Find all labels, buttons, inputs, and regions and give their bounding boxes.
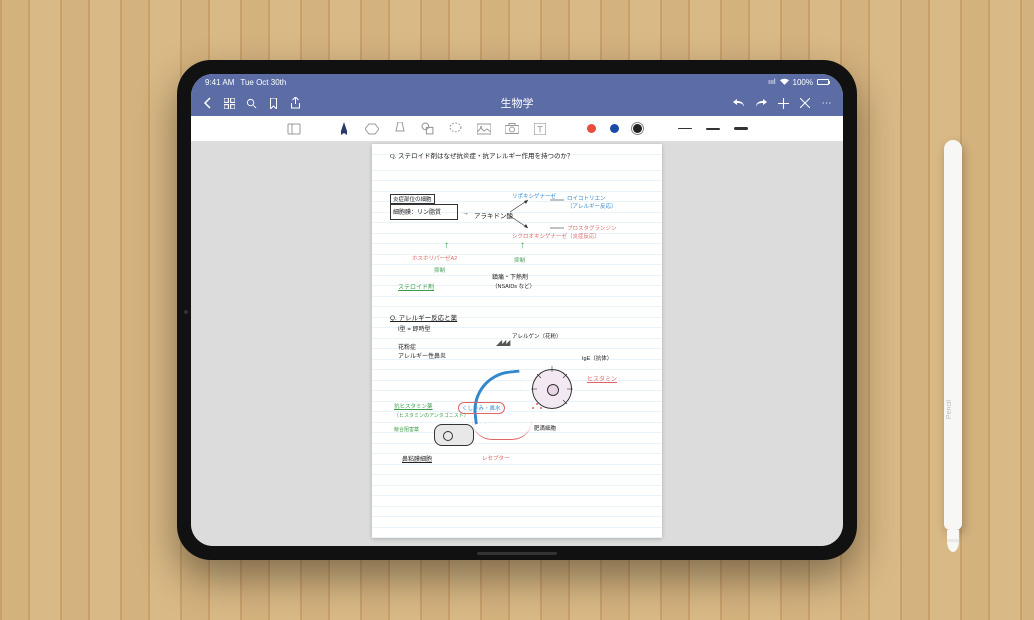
pen-tool-icon[interactable] [337,122,351,136]
status-bar: 9:41 AM Tue Oct 30th ıııl 100% [191,74,843,90]
nav-bar: 生物学 ⋯ [191,90,843,116]
battery-pct: 100% [793,78,813,87]
antihistamine-label: 抗ヒスタミン薬 [394,402,433,410]
wifi-icon [780,78,789,87]
leukotriene-label: ロイコトリエン [567,194,606,202]
close-icon[interactable] [799,97,811,109]
nsaids-label-1: 鎮痛・下熱剤 [492,272,528,281]
search-icon[interactable] [245,97,257,109]
competitive-inhibitor-label: 競合阻害薬 [394,426,419,433]
inhibit-label-1: 抑制 [434,266,445,274]
nsaids-label-2: （NSAIDs など） [492,282,535,290]
redo-icon[interactable] [755,97,767,109]
more-icon[interactable]: ⋯ [821,97,833,109]
shape-tool-icon[interactable] [421,122,435,136]
question-1: Q. ステロイド剤はなぜ抗炎症・抗アレルギー作用を持つのか？ [390,152,652,162]
mast-cell-label: 肥満細胞 [534,424,556,432]
inhibit-label-2: 抑制 [514,256,525,264]
cell-spikes [527,364,577,414]
color-red[interactable] [587,124,596,133]
undo-icon[interactable] [733,97,745,109]
receptor-label: レセプター [482,454,510,462]
battery-icon [817,79,829,85]
back-icon[interactable] [201,97,213,109]
histamine-label: ヒスタミン [587,374,617,383]
status-date: Tue Oct 30th [240,78,286,87]
pollen-icon: ◢◢◢ [496,338,508,347]
image-tool-icon[interactable] [477,122,491,136]
signal-icon: ıııl [768,79,775,86]
content-area[interactable]: Q. ステロイド剤はなぜ抗炎症・抗アレルギー作用を持つのか？ 炎症部位の細胞 細… [191,142,843,546]
lipooxygenase-label: リポキシゲナーゼ [512,192,556,200]
highlighter-tool-icon[interactable] [393,122,407,136]
blue-arrow [470,370,525,425]
type1-label: I型 = 即時型 [398,324,431,333]
page-title: 生物学 [309,95,725,111]
text-tool-icon[interactable]: T [533,122,547,136]
stroke-thin[interactable] [678,128,692,129]
eraser-tool-icon[interactable] [365,122,379,136]
up-arrow-icon: ↑ [520,240,525,251]
ipad-device: 9:41 AM Tue Oct 30th ıııl 100% 生物学 [177,60,857,560]
note-page[interactable]: Q. ステロイド剤はなぜ抗炎症・抗アレルギー作用を持つのか？ 炎症部位の細胞 細… [372,144,662,538]
allergy-note: （アレルギー反応） [567,202,617,210]
stroke-thick[interactable] [734,127,748,131]
question-2: Q. アレルギー反応と薬 [390,312,457,322]
arachidon-label: アラキドン酸 [474,210,513,220]
camera-tool-icon[interactable] [505,122,519,136]
grid-icon[interactable] [223,97,235,109]
antagonist-label: （ヒスタミンのアンタゴニスト） [394,412,469,419]
membrane-box: 細胞膜：リン脂質 [390,204,458,220]
inflammation-note: （炎症反応） [567,232,600,240]
ige-label: IgE（抗体） [582,354,612,362]
svg-text:T: T [537,124,543,134]
arrow-icon: → [462,210,469,217]
screen: 9:41 AM Tue Oct 30th ıııl 100% 生物学 [191,74,843,546]
hayfever-label: 花粉症 アレルギー性鼻炎 [398,344,446,362]
prostaglandin-label: プロスタグランジン [567,224,617,232]
color-black[interactable] [633,124,642,133]
add-icon[interactable] [777,97,789,109]
status-time: 9:41 AM [205,78,234,87]
mucosa-label: 鼻粘膜細胞 [402,454,432,463]
steroid-label: ステロイド剤 [398,282,434,291]
toolbar: T [191,116,843,142]
bookmark-icon[interactable] [267,97,279,109]
pencil-label: Pencil [946,400,953,419]
readonly-icon[interactable] [287,122,301,136]
mucosa-cell-drawing [434,424,474,446]
red-curve [472,420,532,440]
up-arrow-icon: ↑ [444,240,449,251]
stroke-med[interactable] [706,128,720,130]
allergen-label: アレルゲン（花粉） [512,332,562,340]
color-blue[interactable] [610,124,619,133]
box-label: 炎症部位の細胞 [390,194,435,204]
apple-pencil: Pencil [944,140,962,530]
lasso-tool-icon[interactable] [449,122,463,136]
phospholipase-label: ホスホリパーゼA2 [412,254,457,262]
camera-dot [184,310,188,314]
cyclooxygenase-label: シクロオキシゲナーゼ [512,232,567,240]
share-icon[interactable] [289,97,301,109]
